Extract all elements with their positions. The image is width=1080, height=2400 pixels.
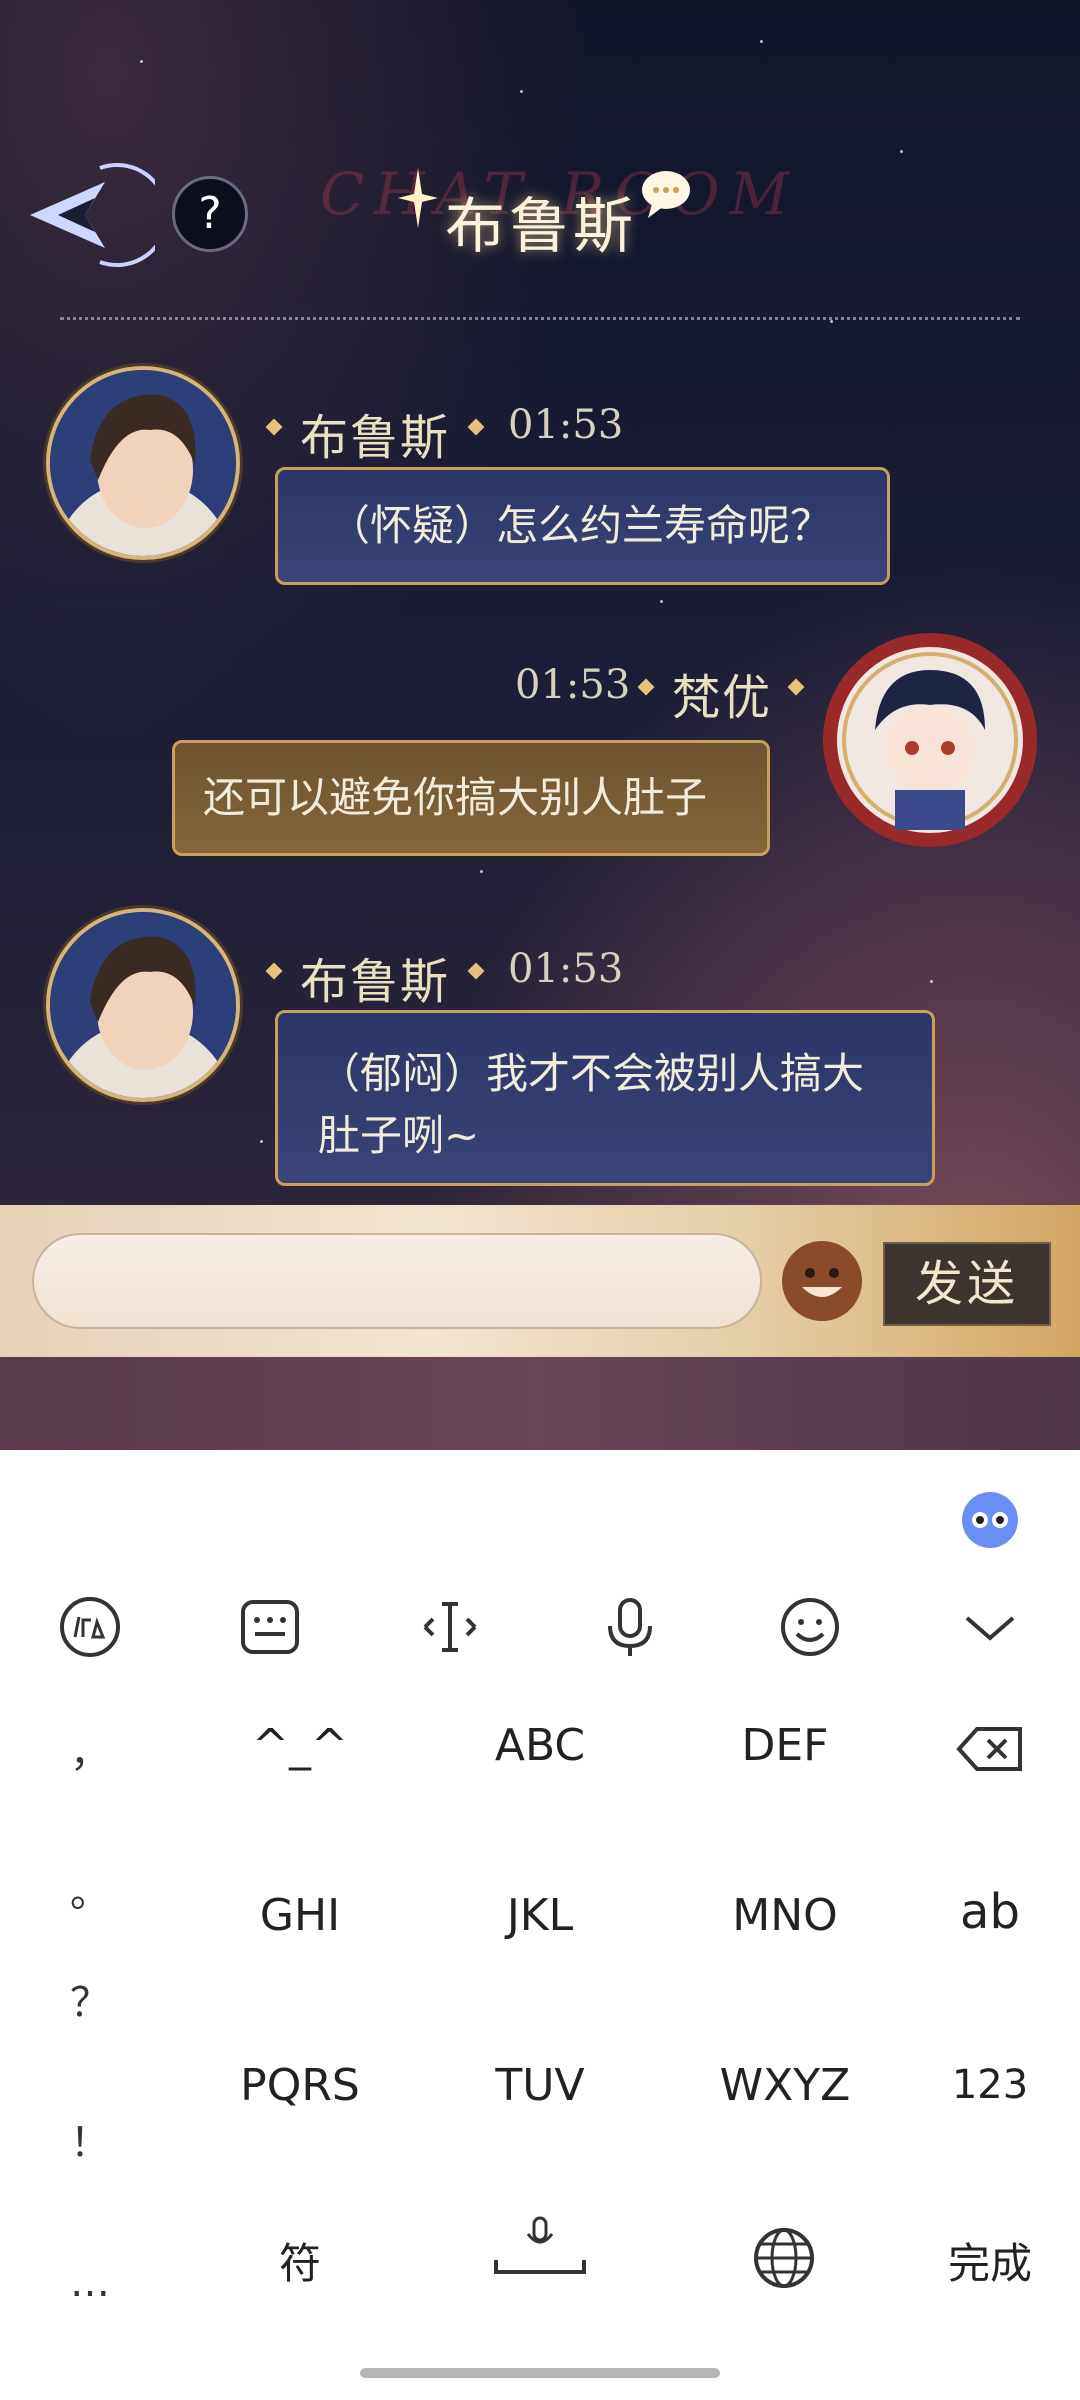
cursor-icon[interactable] [415,1592,485,1662]
key-exclamation[interactable]: ！ [60,2110,120,2168]
key-jkl[interactable]: JKL [440,1890,640,1941]
key-symbols[interactable]: 符 [200,2230,400,2291]
message-text: （怀疑）怎么约兰寿命呢？ [328,501,833,550]
message-bubble: （郁闷）我才不会被别人搞大 肚子咧~ [275,1010,935,1186]
key-comma[interactable]: ， [60,1720,120,1778]
globe-icon[interactable] [752,2226,816,2290]
star [480,870,483,873]
chevron-down-icon[interactable] [955,1592,1025,1662]
message-text: 还可以避免你搞大别人肚子 [203,773,708,822]
sender-name: 布鲁斯 [300,410,451,466]
key-tuv[interactable]: TUV [440,2060,640,2111]
page-title: 布鲁斯 [445,192,637,262]
star [760,40,763,43]
key-wxyz[interactable]: WXYZ [685,2060,885,2111]
key-switch-123[interactable]: 123 [900,2062,1080,2108]
key-question[interactable]: ？ [60,1970,120,2028]
key-ghi[interactable]: GHI [200,1890,400,1941]
sender-name: 布鲁斯 [300,954,451,1010]
key-abc[interactable]: ABC [440,1720,640,1771]
message-text: 肚子咧~ [318,1111,480,1160]
chat-bubble-icon [642,171,690,218]
key-switch-ab[interactable]: ab [900,1884,1080,1940]
star [830,320,833,323]
emoji-icon[interactable] [775,1592,845,1662]
key-emoticon[interactable]: ^_^ [200,1720,400,1771]
name-ornament-icon [467,418,485,436]
message-text: （郁闷）我才不会被别人搞大 [318,1049,865,1098]
done-button[interactable]: 完成 [900,2230,1080,2291]
message-bubble: （怀疑）怎么约兰寿命呢？ [275,467,890,585]
sender-name: 梵优 [672,670,773,726]
help-button[interactable]: ? [172,176,248,252]
avatar-bruce[interactable] [46,908,240,1102]
background-strip [0,1357,1080,1450]
name-ornament-icon [637,678,655,696]
smiley-icon [784,1243,860,1319]
space-key[interactable] [490,2210,590,2290]
star [520,90,523,93]
microphone-icon[interactable] [595,1592,665,1662]
key-period[interactable]: 。 [60,1860,120,1918]
name-ornament-icon [787,678,805,696]
keyboard-icon[interactable] [235,1592,305,1662]
star [140,60,143,63]
back-button[interactable] [10,160,155,270]
message-time: 01:53 [515,662,631,708]
star [660,600,663,603]
star [260,1140,263,1143]
key-def[interactable]: DEF [685,1720,885,1771]
emoji-button[interactable] [782,1241,862,1321]
message-time: 01:53 [508,402,624,448]
key-mno[interactable]: MNO [685,1890,885,1941]
star [930,980,933,983]
message-time: 01:53 [508,946,624,992]
key-pqrs[interactable]: PQRS [200,2060,400,2111]
send-button[interactable]: 发送 [883,1242,1051,1326]
header-divider [60,317,1020,320]
handwriting-icon[interactable] [55,1592,125,1662]
avatar-bruce[interactable] [46,366,240,560]
star [900,150,903,153]
sparkle-icon [398,168,438,228]
message-bubble: 还可以避免你搞大别人肚子 [172,740,770,856]
name-ornament-icon [467,962,485,980]
message-input[interactable] [32,1233,762,1329]
assistant-icon[interactable] [960,1490,1020,1550]
message-input-bar: 发送 [0,1205,1080,1357]
backspace-icon[interactable] [955,1724,1025,1774]
keyboard: ， 。 ？ ！ … ^_^ ABC DEF GHI JKL MNO ab PQR… [0,1450,1080,2400]
name-ornament-icon [265,962,283,980]
name-ornament-icon [265,418,283,436]
avatar-fanyou[interactable] [820,630,1040,850]
home-indicator[interactable] [360,2368,720,2378]
key-ellipsis[interactable]: … [60,2260,120,2306]
